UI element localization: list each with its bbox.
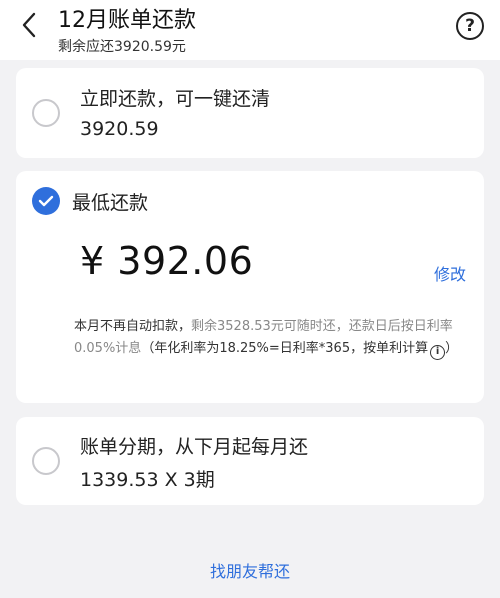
info-icon[interactable]: i (430, 344, 446, 360)
back-button[interactable] (14, 8, 44, 42)
currency-symbol: ¥ (80, 239, 105, 283)
remaining-amount-text: 剩余应还3920.59元 (58, 39, 186, 55)
option-full-amount: 3920.59 (80, 118, 159, 140)
radio-full-repayment[interactable] (32, 99, 60, 127)
option-installment[interactable]: 账单分期，从下月起每月还 1339.53 X 3期 (16, 417, 484, 505)
minimum-amount-value: 392.06 (117, 239, 254, 283)
notice-text-rate: （年化利率为18.25%=日利率*365，按单利计算 (141, 341, 429, 356)
option-full-label: 立即还款，可一键还清 (80, 88, 271, 110)
checkmark-icon (38, 195, 54, 207)
radio-minimum-repayment[interactable] (32, 187, 60, 215)
help-icon[interactable]: ? (456, 12, 484, 40)
radio-installment[interactable] (32, 447, 60, 475)
back-arrow-icon (22, 12, 36, 38)
option-installment-label: 账单分期，从下月起每月还 (80, 436, 309, 458)
interest-notice: 本月不再自动扣款，剩余3528.53元可随时还，还款日后按日利率0.05%计息（… (74, 316, 474, 360)
notice-text-main: 本月不再自动扣款， (74, 319, 192, 334)
option-minimum-repayment[interactable]: 最低还款 ¥ 392.06 修改 本月不再自动扣款，剩余3528.53元可随时还… (16, 171, 484, 403)
header-bar: 12月账单还款 剩余应还3920.59元 ? (0, 0, 500, 60)
page-title: 12月账单还款 (58, 8, 196, 33)
minimum-amount: ¥ 392.06 (80, 239, 253, 283)
option-minimum-label: 最低还款 (72, 192, 149, 214)
ask-friend-link[interactable]: 找朋友帮还 (0, 558, 500, 582)
modify-amount-link[interactable]: 修改 (434, 261, 466, 285)
option-installment-amount: 1339.53 X 3期 (80, 469, 215, 491)
option-full-repayment[interactable]: 立即还款，可一键还清 3920.59 (16, 68, 484, 158)
notice-text-close: ） (445, 341, 459, 356)
